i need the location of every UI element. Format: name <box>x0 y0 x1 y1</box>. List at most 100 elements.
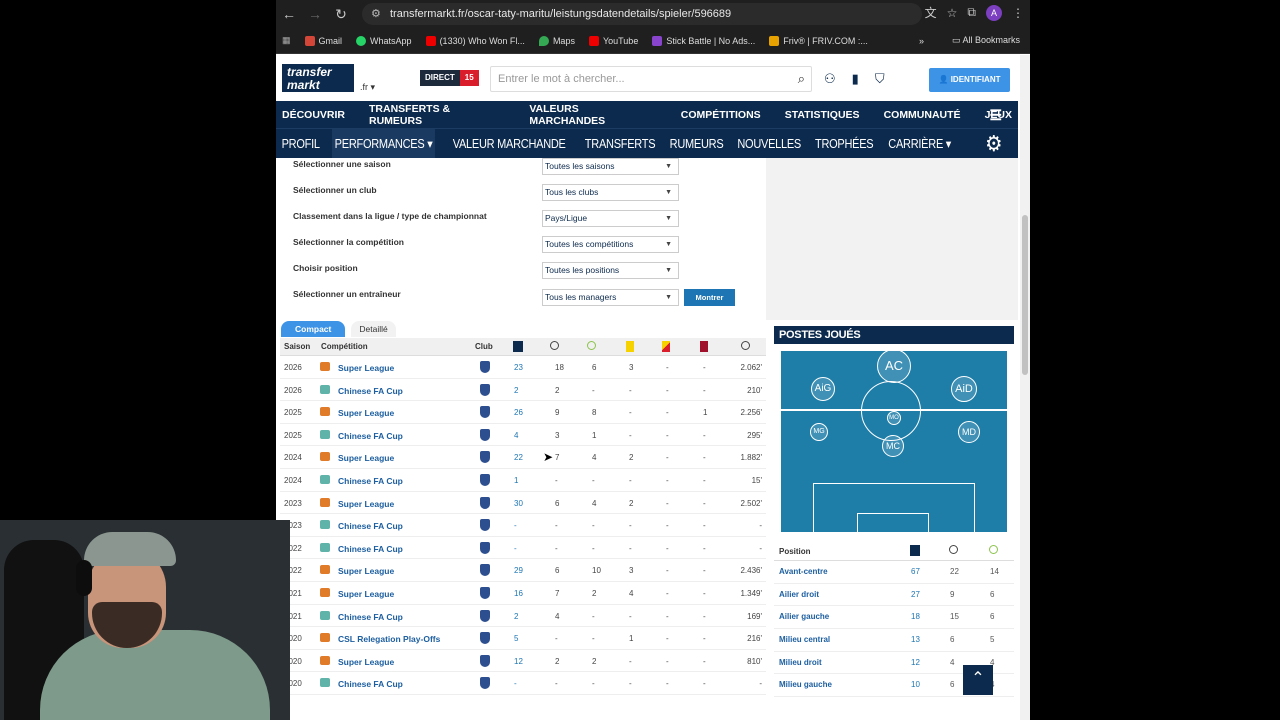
bookmark-maps[interactable]: Maps <box>538 35 575 46</box>
site-region[interactable]: .fr ▾ <box>360 82 375 93</box>
tab-detailed[interactable]: Detaillé <box>351 321 396 337</box>
bookmark-youtube[interactable]: YouTube <box>588 35 638 46</box>
position-apps[interactable]: 67 <box>911 567 920 576</box>
club-crest-icon[interactable] <box>480 586 490 599</box>
apps-cell[interactable]: 1 <box>514 476 518 485</box>
nav-transferts[interactable]: TRANSFERTS & RUMEURS <box>351 103 511 127</box>
club-crest-icon[interactable] <box>480 564 490 577</box>
competition-link[interactable]: Chinese FA Cup <box>338 386 403 396</box>
login-button[interactable]: 👤 IDENTIFIANT <box>929 68 1010 92</box>
red-card-icon[interactable] <box>700 341 708 352</box>
tab-transferts[interactable]: TRANSFERTS <box>582 137 658 151</box>
translate-icon[interactable]: 文 <box>925 4 937 21</box>
club-crest-icon[interactable] <box>480 541 490 554</box>
assists-icon[interactable] <box>587 341 596 350</box>
competition-link[interactable]: CSL Relegation Play-Offs <box>338 634 440 644</box>
position-name[interactable]: Milieu droit <box>779 658 822 667</box>
position-name[interactable]: Ailier droit <box>779 590 819 599</box>
apps-cell[interactable]: 12 <box>514 657 523 666</box>
club-crest-icon[interactable] <box>480 428 490 441</box>
competition-link[interactable]: Super League <box>338 363 394 373</box>
menu-dots-icon[interactable]: ⋮ <box>1012 6 1024 20</box>
appearances-icon[interactable] <box>513 341 523 352</box>
tab-performances[interactable]: PERFORMANCES ▾ <box>332 128 436 159</box>
bookmark-youtube-video[interactable]: (1330) Who Won Fl... <box>425 35 525 46</box>
profile-avatar[interactable]: A <box>986 4 1002 21</box>
club-crest-icon[interactable] <box>480 677 490 690</box>
extensions-icon[interactable]: ⧉ <box>967 5 976 20</box>
position-apps[interactable]: 18 <box>911 612 920 621</box>
position-apps[interactable]: 10 <box>911 680 920 689</box>
competition-link[interactable]: Super League <box>338 589 394 599</box>
position-name[interactable]: Avant-centre <box>779 567 828 576</box>
competition-link[interactable]: Chinese FA Cup <box>338 476 403 486</box>
tab-nouvelles[interactable]: NOUVELLES <box>735 137 804 151</box>
search-icon[interactable]: ⌕ <box>798 67 805 91</box>
bookmark-friv[interactable]: Friv® | FRIV.COM :... <box>769 35 868 46</box>
competition-link[interactable]: Super League <box>338 566 394 576</box>
tab-profil[interactable]: PROFIL <box>279 137 322 151</box>
address-bar[interactable]: ⚙ transfermarkt.fr/oscar-taty-maritu/lei… <box>362 3 922 25</box>
yellow-red-card-icon[interactable] <box>662 341 670 352</box>
apps-cell[interactable]: 22 <box>514 453 523 462</box>
position-name[interactable]: Milieu central <box>779 635 830 644</box>
apps-cell[interactable]: 5 <box>514 634 518 643</box>
league-type-select[interactable]: Pays/Ligue ▼ <box>542 210 679 227</box>
nav-competitions[interactable]: COMPÉTITIONS <box>663 109 767 121</box>
competition-link[interactable]: Chinese FA Cup <box>338 679 403 689</box>
apps-cell[interactable]: 16 <box>514 589 523 598</box>
hamburger-menu-icon[interactable]: ☰ <box>983 107 1008 124</box>
apps-cell[interactable]: 29 <box>514 566 523 575</box>
scrollbar-thumb[interactable] <box>1022 215 1028 375</box>
all-bookmarks[interactable]: ▭ All Bookmarks <box>952 35 1020 46</box>
shield-icon[interactable]: ⛉ <box>875 71 885 87</box>
direct-live-button[interactable]: DIRECT 15 <box>420 70 479 86</box>
forward-arrow-icon[interactable]: → <box>302 6 328 22</box>
apps-cell[interactable]: - <box>514 679 517 688</box>
bookmark-icon[interactable]: ▮ <box>852 71 859 87</box>
clock-icon[interactable] <box>741 341 750 350</box>
bookmark-stick-battle[interactable]: Stick Battle | No Ads... <box>652 35 755 46</box>
yellow-card-icon[interactable] <box>626 341 634 352</box>
apps-cell[interactable]: - <box>514 544 517 553</box>
site-settings-icon[interactable]: ⚙ <box>371 3 381 25</box>
star-icon[interactable]: ☆ <box>947 6 958 20</box>
club-select[interactable]: Tous les clubs ▼ <box>542 184 679 201</box>
club-crest-icon[interactable] <box>480 609 490 622</box>
apps-grid-icon[interactable]: ▦ <box>282 35 291 46</box>
club-crest-icon[interactable] <box>480 654 490 667</box>
competition-link[interactable]: Super League <box>338 408 394 418</box>
bookmark-whatsapp[interactable]: WhatsApp <box>356 35 412 46</box>
col-competition[interactable]: Compétition <box>321 342 368 351</box>
tab-trophees[interactable]: TROPHÉES <box>813 137 877 151</box>
tab-compact[interactable]: Compact <box>281 321 346 337</box>
competition-link[interactable]: Chinese FA Cup <box>338 544 403 554</box>
apps-cell[interactable]: 23 <box>514 363 523 372</box>
position-apps[interactable]: 13 <box>911 635 920 644</box>
apps-cell[interactable]: 4 <box>514 431 518 440</box>
club-crest-icon[interactable] <box>480 451 490 464</box>
back-arrow-icon[interactable]: ← <box>276 6 302 22</box>
position-select[interactable]: Toutes les positions ▼ <box>542 262 679 279</box>
bookmark-gmail[interactable]: Gmail <box>304 35 342 46</box>
competition-link[interactable]: Super League <box>338 657 394 667</box>
apps-cell[interactable]: - <box>514 521 517 530</box>
club-crest-icon[interactable] <box>480 473 490 486</box>
col-club[interactable]: Club <box>475 342 493 351</box>
tab-carriere[interactable]: CARRIÈRE ▾ <box>885 136 953 151</box>
manager-select[interactable]: Tous les managers ▼ <box>542 289 679 306</box>
competition-link[interactable]: Chinese FA Cup <box>338 612 403 622</box>
col-season[interactable]: Saison <box>284 342 310 351</box>
gear-icon[interactable]: ⚙ <box>982 131 1004 157</box>
transfermarkt-logo[interactable]: transfer markt <box>282 64 354 92</box>
club-crest-icon[interactable] <box>480 383 490 396</box>
competition-link[interactable]: Super League <box>338 499 394 509</box>
position-apps[interactable]: 27 <box>911 590 920 599</box>
season-select[interactable]: Toutes les saisons ▼ <box>542 158 679 175</box>
competition-link[interactable]: Super League <box>338 453 394 463</box>
club-crest-icon[interactable] <box>480 496 490 509</box>
position-name[interactable]: Milieu gauche <box>779 680 832 689</box>
reload-icon[interactable]: ↻ <box>328 6 354 23</box>
club-crest-icon[interactable] <box>480 632 490 645</box>
club-crest-icon[interactable] <box>480 361 490 373</box>
